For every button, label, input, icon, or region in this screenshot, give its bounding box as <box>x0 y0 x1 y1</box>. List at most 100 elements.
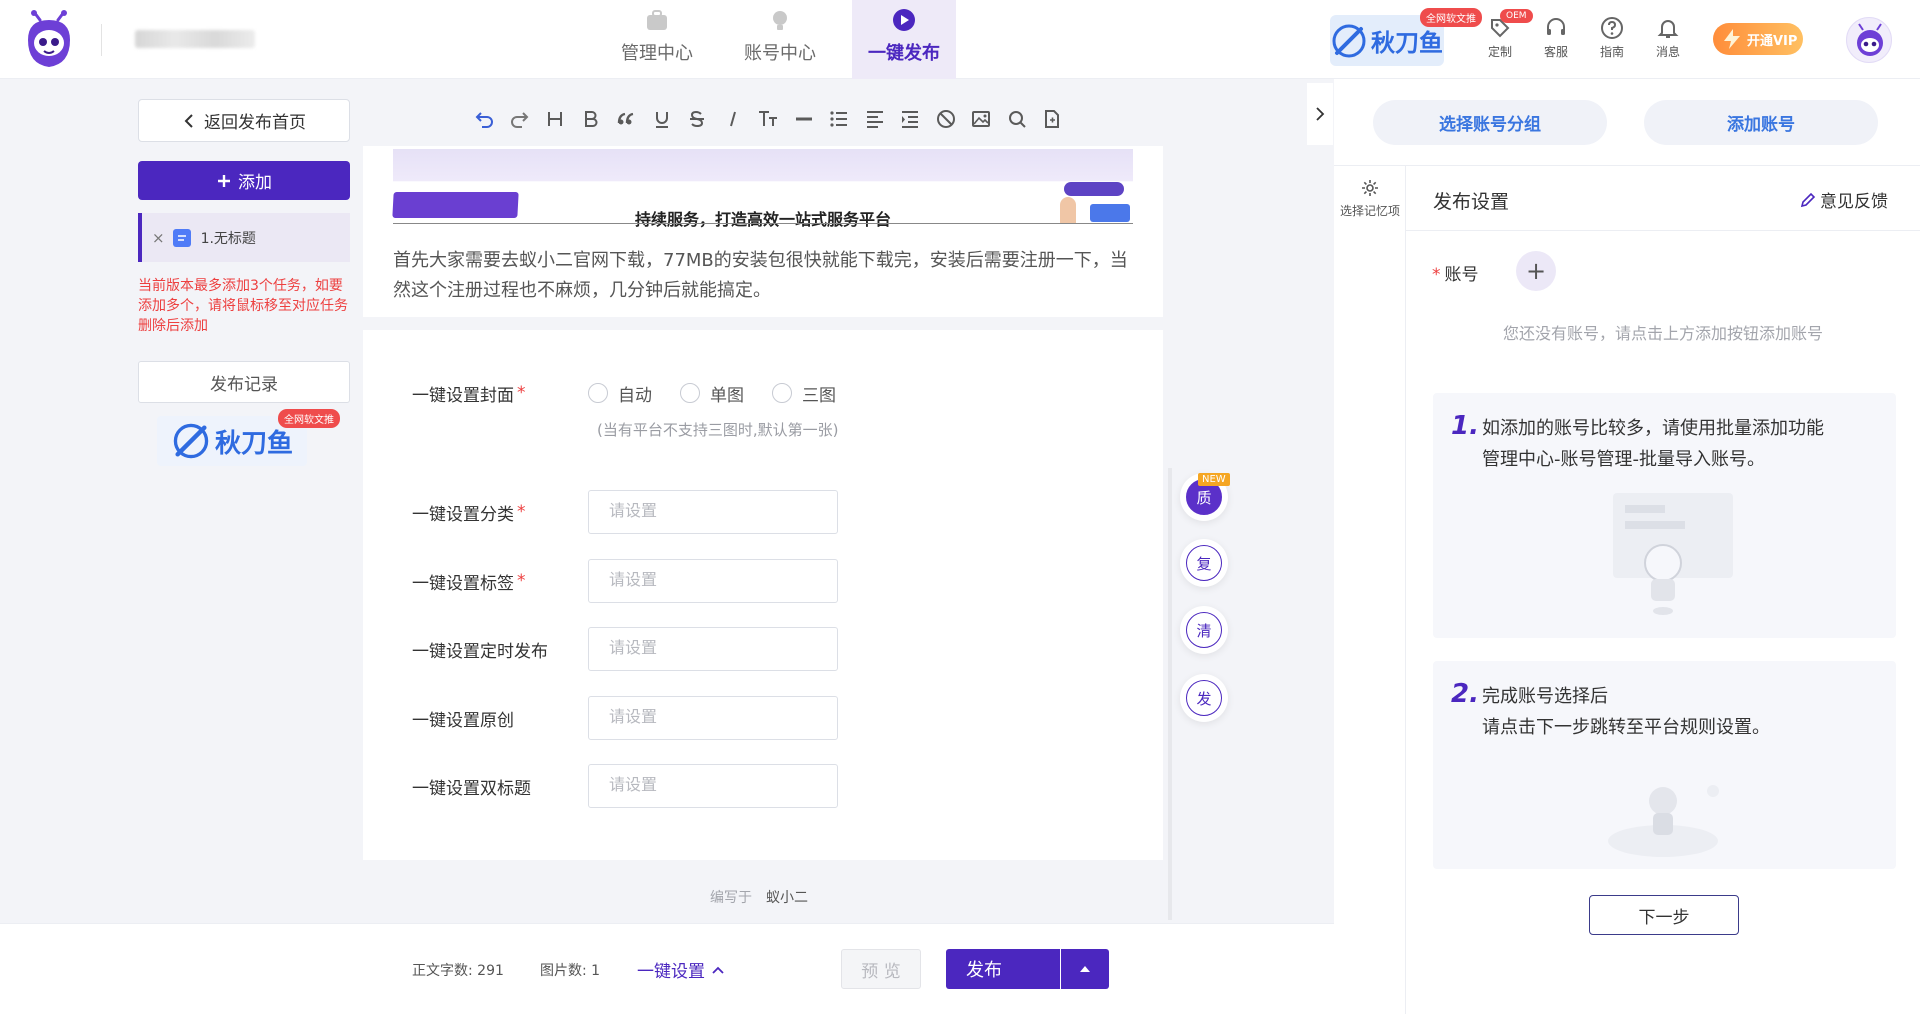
editor-scrollbar[interactable] <box>1168 468 1172 920</box>
add-account-plus-button[interactable]: + <box>1516 251 1556 291</box>
tip-line: 完成账号选择后 <box>1482 686 1608 707</box>
chevron-up-icon <box>712 966 724 974</box>
editor-toolbar <box>472 104 1064 134</box>
open-vip-button[interactable]: 开通VIP <box>1713 23 1803 55</box>
preview-button[interactable]: 预 览 <box>841 949 921 989</box>
required-mark: * <box>517 383 526 403</box>
memo-label: 选择记忆项 <box>1339 204 1400 218</box>
schedule-input[interactable] <box>588 627 838 671</box>
search-icon[interactable] <box>1005 107 1029 131</box>
cover-option-three[interactable]: 三图 <box>772 381 836 406</box>
float-char: 发 <box>1186 680 1222 716</box>
font-size-icon[interactable] <box>756 107 780 131</box>
select-memory-button[interactable]: 选择记忆项 <box>1336 178 1404 219</box>
underline-icon[interactable] <box>650 107 674 131</box>
blurred-username <box>135 30 255 48</box>
cover-option-single[interactable]: 单图 <box>680 381 744 406</box>
select-account-group-button[interactable]: 选择账号分组 <box>1373 100 1607 145</box>
original-label: 一键设置原创 <box>412 696 514 740</box>
nav-label: 账号中心 <box>744 43 816 64</box>
float-char: 复 <box>1186 545 1222 581</box>
indent-icon[interactable] <box>898 107 922 131</box>
publish-options-button[interactable] <box>1061 949 1109 989</box>
task-limit-warning: 当前版本最多添加3个任务，如要添加多个，请将鼠标移至对应任务删除后添加 <box>138 278 348 334</box>
bell-icon <box>1657 20 1679 38</box>
double-title-input[interactable] <box>588 764 838 808</box>
tip-number: 2. <box>1451 679 1479 709</box>
chevron-left-icon <box>184 113 193 128</box>
list-icon[interactable] <box>827 107 851 131</box>
send-button[interactable]: 发 <box>1180 674 1228 722</box>
tip-card-1: 1. 如添加的账号比较多，请使用批量添加功能 管理中心-账号管理-批量导入账号。 <box>1433 393 1896 638</box>
clear-format-icon[interactable] <box>934 107 958 131</box>
cover-radio-group: 自动 单图 三图 <box>588 381 864 406</box>
image-icon[interactable] <box>969 107 993 131</box>
task-title: 1.无标题 <box>200 230 256 247</box>
hr-icon[interactable] <box>792 107 816 131</box>
cover-option-auto[interactable]: 自动 <box>588 381 652 406</box>
tag-label: 一键设置标签 * <box>412 559 526 603</box>
publish-button[interactable]: 发布 <box>946 949 1060 989</box>
bold-icon[interactable] <box>579 107 603 131</box>
oem-badge: OEM <box>1500 9 1533 23</box>
original-input[interactable] <box>588 696 838 740</box>
align-icon[interactable] <box>863 107 887 131</box>
float-char: 清 <box>1186 612 1222 648</box>
tool-customer-service[interactable]: 客服 <box>1534 16 1578 60</box>
redo-icon[interactable] <box>508 107 532 131</box>
nav-management-center[interactable]: 管理中心 <box>605 0 709 79</box>
add-task-button[interactable]: 添加 <box>138 161 350 200</box>
tool-messages[interactable]: 消息 <box>1646 16 1690 60</box>
back-to-publish-home-button[interactable]: 返回发布首页 <box>138 99 350 142</box>
author-name: 蚁小二 <box>766 890 808 906</box>
feedback-label: 意见反馈 <box>1820 192 1888 212</box>
undo-icon[interactable] <box>472 107 496 131</box>
edit-icon <box>1800 192 1816 207</box>
app-logo[interactable] <box>22 10 76 70</box>
strikethrough-icon[interactable] <box>685 107 709 131</box>
task-close-icon[interactable]: × <box>152 229 165 247</box>
tip-text: 完成账号选择后 请点击下一步跳转至平台规则设置。 <box>1482 681 1770 743</box>
toggle-label: 一键设置 <box>637 962 705 982</box>
new-tag: NEW <box>1198 473 1230 486</box>
publish-record-button[interactable]: 发布记录 <box>138 361 350 403</box>
brand-fish-icon <box>173 423 209 459</box>
one-click-settings-toggle[interactable]: 一键设置 <box>637 957 725 982</box>
brand-card-badge: 全网软文推 <box>278 409 340 428</box>
cover-hint: (当有平台不支持三图时,默认第一张) <box>597 421 839 439</box>
heading-icon[interactable] <box>543 107 567 131</box>
option-label: 三图 <box>802 385 836 406</box>
next-step-button[interactable]: 下一步 <box>1589 895 1739 935</box>
author-line: 编写于 蚁小二 <box>710 887 808 907</box>
astronaut-illustration <box>1608 785 1719 857</box>
doc-icon[interactable] <box>1040 107 1064 131</box>
radio-icon <box>772 383 792 403</box>
help-icon <box>1601 17 1623 39</box>
task-item[interactable]: × 1.无标题 <box>138 213 350 262</box>
nav-account-center[interactable]: 账号中心 <box>728 0 832 79</box>
clear-button[interactable]: 清 <box>1180 606 1228 654</box>
next-label: 下一步 <box>1638 907 1690 928</box>
feedback-link[interactable]: 意见反馈 <box>1800 187 1888 212</box>
add-account-button[interactable]: 添加账号 <box>1644 100 1878 145</box>
tool-label: 指南 <box>1599 45 1624 59</box>
tool-guide[interactable]: 指南 <box>1590 16 1634 60</box>
cover-label: 一键设置封面 * <box>412 371 526 415</box>
tag-input[interactable] <box>588 559 838 603</box>
italic-icon[interactable] <box>721 107 745 131</box>
article-paragraph[interactable]: 首先大家需要去蚁小二官网下载，77MB的安装包很快就能下载完，安装后需要注册一下… <box>393 246 1131 306</box>
brand-card-name: 秋刀鱼 <box>214 428 293 459</box>
quote-icon[interactable] <box>614 107 638 131</box>
publish-settings-title: 发布设置 <box>1433 191 1510 213</box>
nav-one-click-publish[interactable]: 一键发布 <box>852 0 956 79</box>
headset-icon <box>1547 18 1565 35</box>
brand-chip-badge: 全网软文推 <box>1420 8 1482 27</box>
word-count-value: 291 <box>477 963 504 979</box>
collapse-panel-button[interactable] <box>1307 83 1333 145</box>
author-label: 编写于 <box>710 890 752 906</box>
category-input[interactable] <box>588 490 838 534</box>
required-mark: * <box>517 571 526 591</box>
copy-button[interactable]: 复 <box>1180 539 1228 587</box>
user-avatar[interactable] <box>1846 17 1892 63</box>
required-mark: * <box>517 502 526 522</box>
